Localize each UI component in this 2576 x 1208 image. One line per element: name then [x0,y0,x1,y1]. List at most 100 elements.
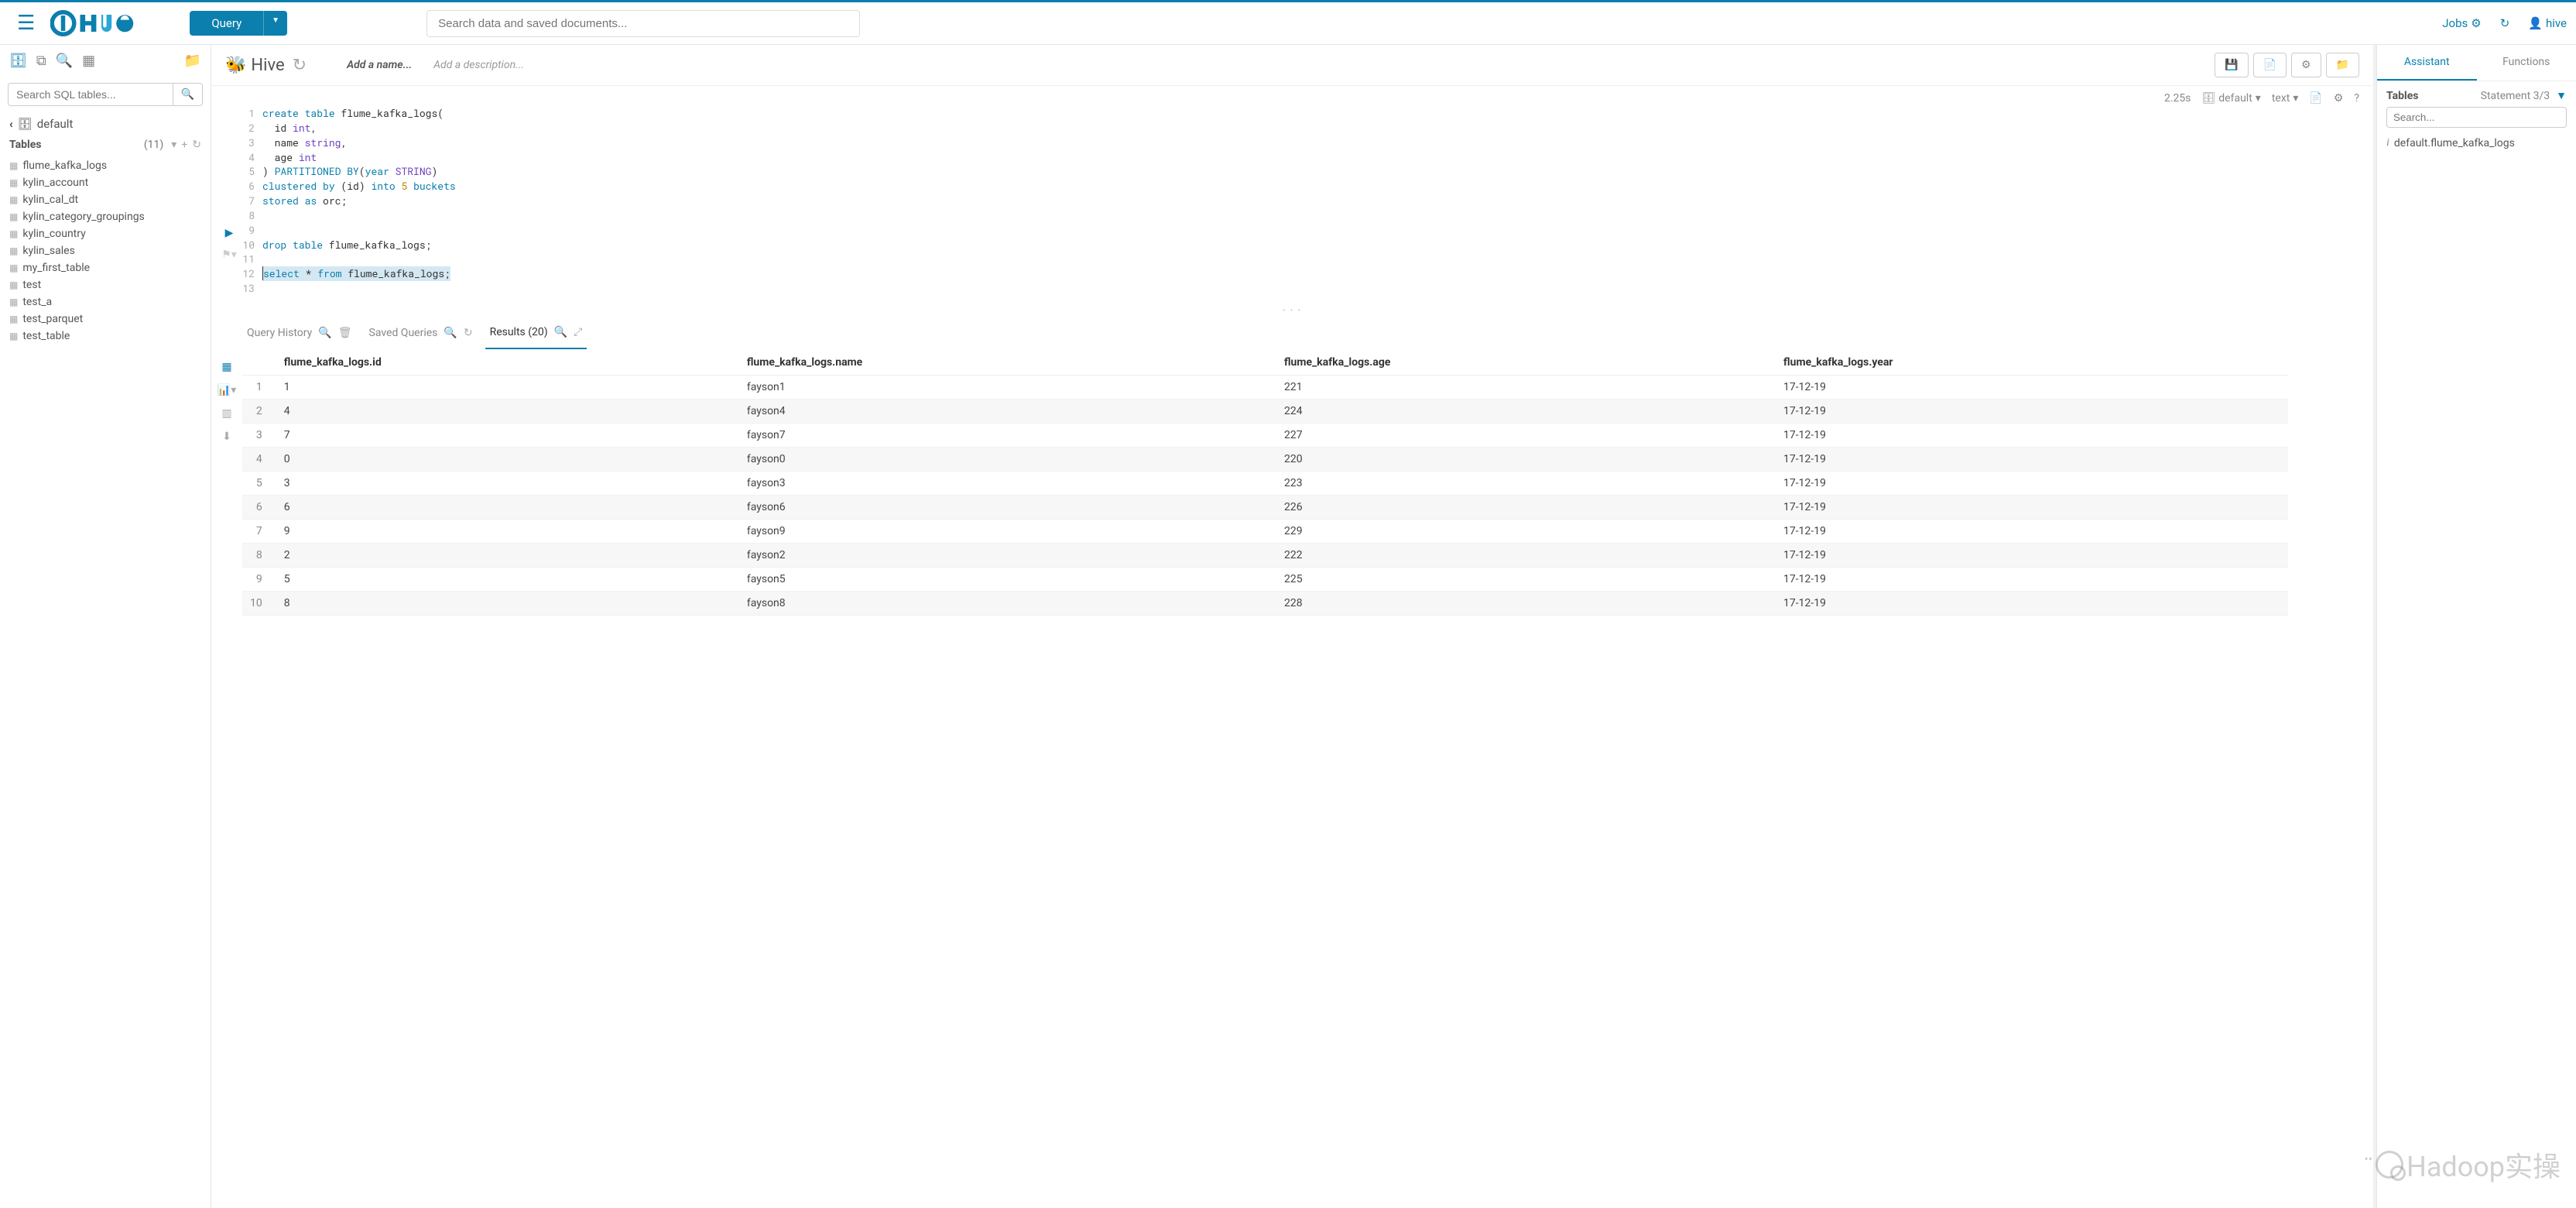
cell: 2 [242,399,276,423]
table-row[interactable]: 53fayson322317-12-19 [242,471,2288,495]
assistant-section: Tables Statement 3/3 ▼ i default.flume_k… [2377,81,2576,160]
table-item[interactable]: ▦kylin_cal_dt [0,191,211,208]
table-item[interactable]: ▦kylin_country [0,225,211,242]
assistant-search-input[interactable] [2386,107,2567,128]
table-row[interactable]: 95fayson522517-12-19 [242,567,2288,591]
run-button[interactable]: ▶ [225,227,234,239]
table-item[interactable]: ▦kylin_sales [0,242,211,259]
table-row[interactable]: 66fayson622617-12-19 [242,495,2288,519]
table-row[interactable]: 79fayson922917-12-19 [242,519,2288,543]
table-row[interactable]: 40fayson022017-12-19 [242,447,2288,471]
search-icon[interactable]: 🔍 [56,53,73,69]
description-input[interactable]: Add a description... [433,59,524,71]
tab-label: Query History [247,327,312,339]
table-header: flume_kafka_logs.idflume_kafka_logs.name… [242,350,2288,376]
table-item[interactable]: ▦kylin_category_groupings [0,208,211,225]
tab-assistant[interactable]: Assistant [2377,45,2477,81]
table-item[interactable]: ▦test_parquet [0,311,211,328]
table-row[interactable]: 108fayson822817-12-19 [242,591,2288,615]
open-folder-button[interactable]: 📁 [2326,53,2359,77]
table-item[interactable]: ▦my_first_table [0,259,211,276]
code-editor[interactable]: 1create table flume_kafka_logs(2 id int,… [239,105,2365,297]
refresh-icon[interactable]: ↻ [192,139,201,151]
results-table: flume_kafka_logs.idflume_kafka_logs.name… [242,350,2288,616]
table-item[interactable]: ▦test [0,276,211,293]
filter-icon[interactable]: ▼ [2556,89,2567,102]
table-item[interactable]: ▦kylin_account [0,174,211,191]
jobs-link[interactable]: Jobs ⚙ [2442,16,2481,30]
hue-logo[interactable] [50,10,135,36]
search-icon[interactable]: 🔍 [444,327,457,339]
expand-icon[interactable]: ⤢ [574,326,582,338]
cell: 17-12-19 [1776,447,2288,471]
resize-handle[interactable]: • • • [211,305,2373,317]
global-search-input[interactable] [426,10,860,37]
help-icon[interactable]: ? [2354,92,2359,105]
search-icon[interactable]: 🔍 [318,327,331,339]
folder-icon[interactable]: 📁 [184,53,201,69]
trash-icon[interactable]: 🗑 [338,327,352,339]
assistant-table-item[interactable]: i default.flume_kafka_logs [2386,134,2567,153]
type-selector[interactable]: text ▾ [2272,92,2299,105]
gear-icon[interactable]: ⚙ [2334,92,2344,105]
table-search-input[interactable] [8,83,173,106]
column-header[interactable]: flume_kafka_logs.year [1776,350,2288,376]
columns-icon[interactable]: ▥ [221,407,231,420]
user-menu[interactable]: 👤 hive [2528,16,2567,30]
exec-time: 2.25s [2164,92,2191,105]
table-row[interactable]: 82fayson222217-12-19 [242,543,2288,567]
hive-icon: 🐝 [225,56,246,75]
new-doc-button[interactable]: 📄 [2253,53,2287,77]
db-breadcrumb[interactable]: ‹ 🗄 default [0,112,211,136]
run-gutter: ▶ ⚑▾ [219,105,239,297]
table-item[interactable]: ▦test_a [0,293,211,311]
grid-view-icon[interactable]: ▦ [221,361,231,373]
refresh-icon[interactable]: ↻ [464,327,473,339]
save-button[interactable]: 💾 [2215,53,2248,77]
column-header[interactable]: flume_kafka_logs.age [1276,350,1776,376]
table-icon: ▦ [9,297,18,307]
table-search-button[interactable]: 🔍 [173,83,203,106]
cell: fayson3 [739,471,1276,495]
query-button[interactable]: Query [190,11,263,36]
database-icon[interactable]: 🗄 [9,53,27,69]
db-selector[interactable]: 🗄 default ▾ [2201,92,2260,105]
query-button-group: Query ▼ [190,11,287,36]
engine-label[interactable]: 🐝 Hive ↻ [225,56,307,75]
cell: 17-12-19 [1776,519,2288,543]
filter-icon[interactable]: ▾ [171,139,176,151]
table-row[interactable]: 24fayson422417-12-19 [242,399,2288,423]
name-input[interactable]: Add a name... [347,59,412,71]
column-header[interactable]: flume_kafka_logs.name [739,350,1276,376]
tab-saved-queries[interactable]: Saved Queries 🔍 ↻ [365,317,478,348]
menu-icon[interactable]: ☰ [9,9,43,38]
column-header[interactable]: flume_kafka_logs.id [276,350,739,376]
table-item[interactable]: ▦test_table [0,328,211,345]
tab-functions[interactable]: Functions [2477,45,2576,81]
chevron-left-icon[interactable]: ‹ [9,117,13,131]
editor-meta: 2.25s 🗄 default ▾ text ▾ 📄 ⚙ ? [211,86,2373,105]
copy-icon[interactable]: ⧉ [36,53,46,69]
table-item[interactable]: ▦flume_kafka_logs [0,157,211,174]
flag-icon[interactable]: ⚑▾ [221,249,237,261]
cell: 5 [242,471,276,495]
history-icon[interactable]: ↻ [2500,16,2510,30]
editor-refresh-icon[interactable]: ↻ [293,56,307,75]
plus-icon[interactable]: + [181,139,187,151]
statement-count: Statement 3/3 [2481,90,2550,102]
tables-header: Tables (11) ▾ + ↻ [0,136,211,157]
table-row[interactable]: 37fayson722717-12-19 [242,423,2288,447]
db-selector-label: default [2218,92,2252,105]
grid-icon[interactable]: ▦ [82,53,95,69]
table-row[interactable]: 11fayson122117-12-19 [242,375,2288,399]
chart-icon[interactable]: 📊▾ [218,384,236,396]
column-header[interactable] [242,350,276,376]
settings-button[interactable]: ⚙ [2291,53,2321,77]
tab-results[interactable]: Results (20) 🔍 ⤢ [485,317,587,349]
tab-query-history[interactable]: Query History 🔍 🗑 [242,317,357,348]
download-icon[interactable]: ⬇ [222,431,231,443]
cell: 17-12-19 [1776,543,2288,567]
query-dropdown[interactable]: ▼ [263,11,287,36]
doc-icon[interactable]: 📄 [2309,92,2322,105]
search-icon[interactable]: 🔍 [554,326,567,338]
